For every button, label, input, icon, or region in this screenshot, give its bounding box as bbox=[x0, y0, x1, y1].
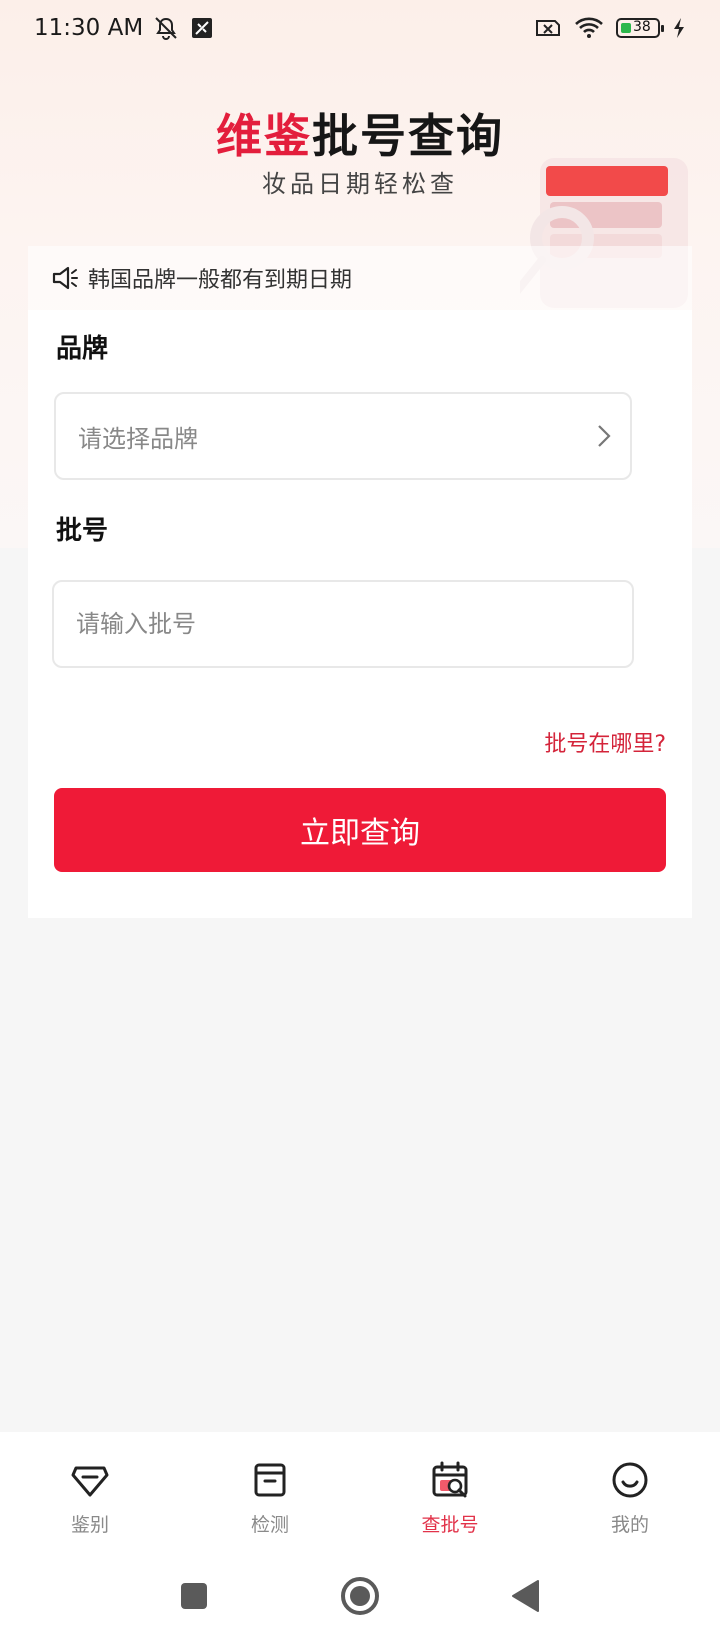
title-accent: 维鉴 bbox=[216, 109, 312, 163]
brand-select[interactable]: 请选择品牌 bbox=[54, 392, 632, 480]
back-button[interactable] bbox=[503, 1573, 549, 1619]
query-button[interactable]: 立即查询 bbox=[54, 788, 666, 872]
charging-icon bbox=[674, 18, 684, 38]
battery-icon: 38 bbox=[616, 18, 664, 38]
system-nav-bar bbox=[0, 1542, 720, 1650]
archive-box-icon bbox=[254, 1463, 286, 1497]
home-button[interactable] bbox=[337, 1573, 383, 1619]
recents-button[interactable] bbox=[171, 1573, 217, 1619]
chevron-right-icon bbox=[598, 425, 611, 447]
batch-input[interactable] bbox=[76, 610, 632, 638]
circle-home-icon bbox=[341, 1577, 379, 1615]
diamond-icon bbox=[71, 1466, 109, 1497]
mute-icon bbox=[155, 17, 177, 40]
batch-input-box[interactable] bbox=[52, 580, 634, 668]
status-right: 38 bbox=[534, 17, 686, 39]
triangle-back-icon bbox=[512, 1580, 539, 1612]
status-left: 11:30 AM bbox=[34, 15, 215, 41]
tab-label: 鉴别 bbox=[70, 1514, 109, 1536]
batch-label: 批号 bbox=[56, 516, 109, 546]
tab-batch-query[interactable]: 查批号 bbox=[360, 1432, 540, 1542]
tab-label: 检测 bbox=[250, 1514, 289, 1536]
tab-detect[interactable]: 检测 bbox=[180, 1432, 360, 1542]
smiley-icon bbox=[612, 1462, 648, 1498]
sim-error-icon bbox=[536, 20, 560, 36]
wifi-icon bbox=[575, 17, 603, 38]
status-time: 11:30 AM bbox=[34, 15, 144, 41]
square-icon bbox=[181, 1583, 207, 1609]
notice-text: 韩国品牌一般都有到期日期 bbox=[88, 268, 353, 293]
notice-banner: 韩国品牌一般都有到期日期 bbox=[28, 246, 692, 310]
title-main: 批号查询 bbox=[312, 109, 504, 163]
status-bar: 11:30 AM 38 bbox=[0, 0, 720, 56]
bottom-tab-bar: 鉴别 检测 查批号 我的 bbox=[0, 1432, 720, 1542]
tab-label: 我的 bbox=[610, 1514, 649, 1536]
battery-level: 38 bbox=[633, 19, 651, 35]
brand-select-placeholder: 请选择品牌 bbox=[78, 424, 198, 453]
query-form-card: 品牌 请选择品牌 批号 批号在哪里? 立即查询 bbox=[28, 310, 692, 918]
tab-mine[interactable]: 我的 bbox=[540, 1432, 720, 1542]
tab-identify[interactable]: 鉴别 bbox=[0, 1432, 180, 1542]
tab-label: 查批号 bbox=[421, 1514, 479, 1536]
brand-label: 品牌 bbox=[56, 334, 109, 364]
speaker-icon bbox=[52, 266, 78, 290]
batch-location-help-link[interactable]: 批号在哪里? bbox=[544, 726, 666, 758]
no-sim-icon bbox=[192, 18, 213, 38]
calendar-search-icon bbox=[432, 1461, 468, 1498]
